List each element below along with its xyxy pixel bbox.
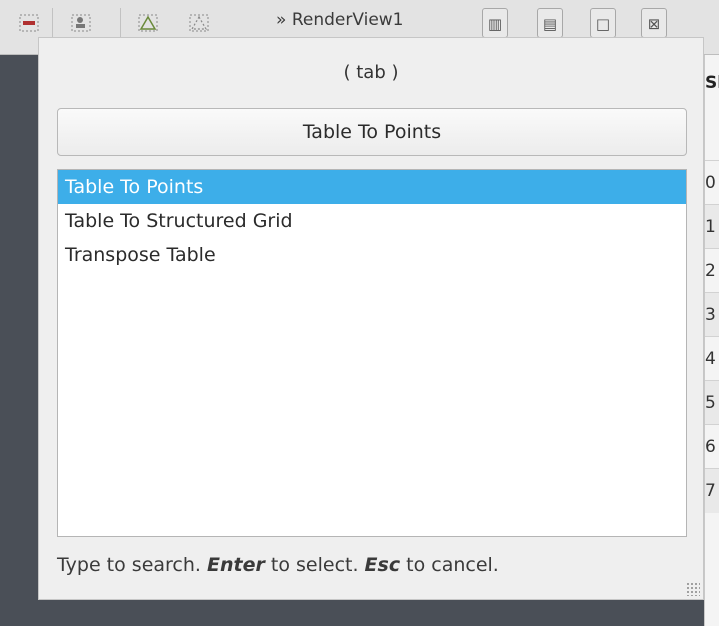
filter-results-list: Table To Points Table To Structured Grid… [57, 169, 687, 537]
render-view-label: RenderView1 [291, 10, 404, 30]
maximize-button[interactable]: □ [590, 8, 616, 38]
hint-enter-key: Enter [207, 554, 265, 576]
person-icon[interactable] [70, 12, 92, 34]
triangle-icon[interactable] [137, 12, 159, 34]
table-row[interactable]: 2 [705, 248, 719, 293]
dialog-title: ( tab ) [343, 62, 399, 83]
close-view-button[interactable]: ⊠ [641, 8, 667, 38]
selected-filter-button[interactable]: Table To Points [57, 108, 687, 156]
triangle-outline-icon[interactable] [188, 12, 210, 34]
toolbar-separator [52, 8, 53, 38]
hint-text: to select. [264, 554, 365, 576]
table-row[interactable]: 4 [705, 336, 719, 381]
hint-text: to cancel. [400, 554, 499, 576]
list-item[interactable]: Table To Points [58, 170, 686, 204]
table-row[interactable]: 5 [705, 380, 719, 425]
hint-esc-key: Esc [364, 554, 401, 576]
list-item[interactable]: Transpose Table [58, 238, 686, 272]
list-item[interactable]: Table To Structured Grid [58, 204, 686, 238]
resize-grip[interactable] [686, 582, 700, 596]
search-hint: Type to search. Enter to select. Esc to … [57, 554, 499, 576]
split-horizontal-button[interactable]: ▥ [482, 8, 508, 38]
table-row[interactable]: 0 [705, 160, 719, 205]
table-row[interactable]: 7 [705, 468, 719, 513]
column-header[interactable]: Sl [705, 73, 719, 93]
table-row[interactable]: 1 [705, 204, 719, 249]
quick-launch-dialog: ( tab ) Table To Points Table To Points … [38, 37, 704, 600]
double-chevron-icon: » [276, 10, 287, 30]
minus-icon[interactable] [18, 12, 40, 34]
split-vertical-button[interactable]: ▤ [537, 8, 563, 38]
hint-text: Type to search. [57, 554, 207, 576]
render-view-title[interactable]: » RenderView1 [276, 10, 404, 30]
table-row[interactable]: 6 [705, 424, 719, 469]
render-view-background-bottom [0, 600, 719, 626]
toolbar-separator [120, 8, 121, 38]
table-row[interactable]: 3 [705, 292, 719, 337]
spreadsheet-panel: Sl 0 1 2 3 4 5 6 7 [704, 55, 719, 626]
render-view-background [0, 55, 38, 626]
